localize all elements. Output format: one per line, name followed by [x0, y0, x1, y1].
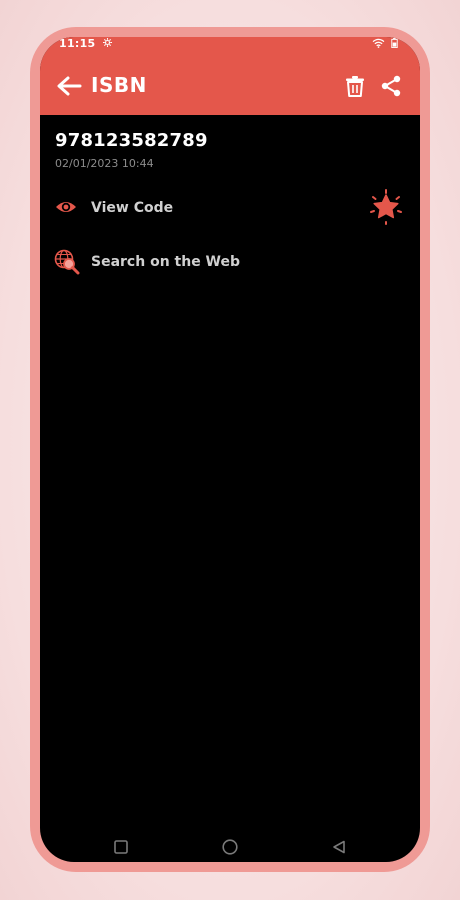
scan-date: 02/01/2023 10:44 [55, 157, 154, 170]
app-bar: 11:15 ISBN [40, 37, 420, 115]
page-title: ISBN [91, 73, 147, 97]
search-web-action[interactable]: Search on the Web [54, 249, 274, 279]
eye-icon [56, 202, 76, 212]
star-icon[interactable] [367, 188, 405, 226]
phone-screen: 11:15 ISBN 978123582789 02/01/2023 10:44… [40, 37, 420, 862]
trash-icon[interactable] [345, 75, 365, 97]
system-nav-bar [40, 837, 420, 862]
view-code-label: View Code [91, 200, 174, 216]
share-icon[interactable] [380, 75, 402, 97]
status-time: 11:15 [59, 37, 96, 50]
barcode-value: 978123582789 [55, 130, 208, 151]
recents-icon[interactable] [114, 840, 128, 854]
view-code-action[interactable]: View Code [54, 195, 274, 225]
home-icon[interactable] [222, 839, 238, 855]
wifi-icon [372, 38, 385, 48]
globe-search-icon [54, 249, 80, 275]
battery-icon [391, 38, 398, 48]
back-arrow-icon[interactable] [56, 75, 82, 97]
search-web-label: Search on the Web [91, 254, 241, 270]
settings-gear-icon [103, 38, 112, 47]
status-bar: 11:15 [40, 37, 420, 51]
back-icon[interactable] [332, 840, 346, 854]
